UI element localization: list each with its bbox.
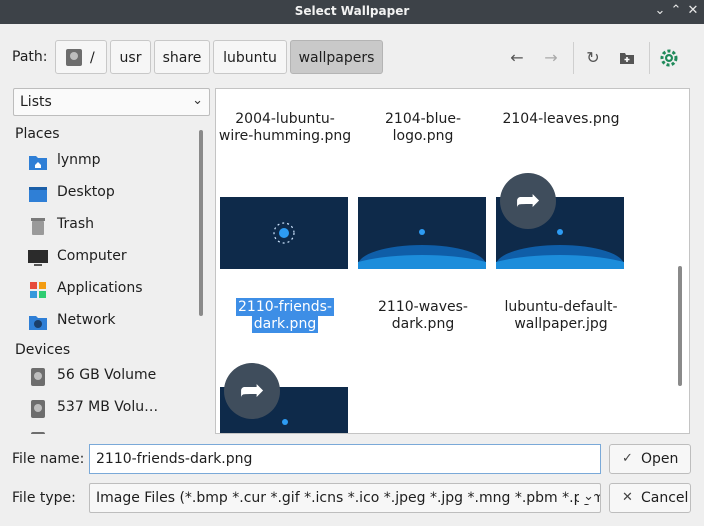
crumb-share[interactable]: share xyxy=(154,40,210,74)
title-bar: Select Wallpaper ⌄ ⌃ ✕ xyxy=(0,0,704,24)
close-icon[interactable]: ✕ xyxy=(686,4,700,18)
filetype-value: Image Files (*.bmp *.cur *.gif *.icns *.… xyxy=(96,490,601,506)
sidebar-item-label: Network xyxy=(57,312,116,328)
crumb-root[interactable]: / xyxy=(55,40,107,74)
file-name-line: logo.png xyxy=(392,128,454,144)
desktop-icon xyxy=(29,187,47,202)
filetype-label: File type: xyxy=(12,490,76,506)
drive-icon xyxy=(31,368,45,386)
file-grid-scrollbar[interactable] xyxy=(678,266,682,386)
sidebar-item-label: Desktop xyxy=(57,184,115,200)
file-name-line: 2004-lubuntu- xyxy=(235,111,335,127)
back-arrow-icon[interactable]: ← xyxy=(505,46,529,70)
file-item-2110-waves-dark[interactable]: 2110-waves- dark.png xyxy=(354,299,492,333)
trash-icon xyxy=(31,218,45,235)
file-grid: 2004-lubuntu- wire-humming.png 2104-blue… xyxy=(215,88,690,434)
close-x-icon: ✕ xyxy=(622,490,633,505)
logo-dot-image xyxy=(282,419,288,425)
devices-header: Devices xyxy=(15,342,71,358)
places-header: Places xyxy=(15,126,60,142)
window-title: Select Wallpaper xyxy=(294,4,410,18)
new-folder-icon[interactable] xyxy=(615,46,639,70)
network-folder-icon xyxy=(29,316,47,330)
chevron-down-icon: ⌄ xyxy=(579,489,594,504)
file-item-2004-lubuntu[interactable]: 2004-lubuntu- wire-humming.png xyxy=(216,111,354,145)
file-item-2110-friends-dark[interactable]: 2110-friends- dark.png xyxy=(216,298,354,333)
checkmark-icon: ✓ xyxy=(622,451,633,466)
file-name-line: wallpaper.jpg xyxy=(514,316,608,332)
sidebar-item-label: lynmp xyxy=(57,152,101,168)
sidebar-item-label: Computer xyxy=(57,248,127,264)
logo-dot-image xyxy=(557,229,563,235)
minimize-icon[interactable]: ⌄ xyxy=(653,4,667,18)
drive-icon xyxy=(66,49,82,66)
wave-image xyxy=(358,255,486,269)
toolbar-separator-2 xyxy=(649,42,650,74)
drive-icon xyxy=(31,432,45,434)
home-folder-icon xyxy=(29,156,47,170)
file-name-line: dark.png xyxy=(391,316,455,332)
sidebar-item-label: 537 MB Volu… xyxy=(57,399,159,415)
computer-icon xyxy=(28,250,48,266)
sidebar-item-label: 56 GB Volume xyxy=(57,367,157,383)
crumb-wallpapers[interactable]: wallpapers xyxy=(290,40,383,74)
file-item-lubuntu-default-wallpaper[interactable]: lubuntu-default- wallpaper.jpg xyxy=(492,299,630,333)
chevron-down-icon: ⌄ xyxy=(192,93,203,108)
wave-image xyxy=(496,255,624,269)
open-button-label: Open xyxy=(641,451,679,467)
applications-icon xyxy=(30,282,46,298)
sidebar-item-label: Applications xyxy=(57,280,143,296)
filename-label: File name: xyxy=(12,451,85,467)
view-mode-value: Lists xyxy=(20,94,52,110)
sidebar-item-label: Trash xyxy=(57,216,94,232)
file-item-2104-leaves[interactable]: 2104-leaves.png xyxy=(492,111,630,128)
filename-input[interactable] xyxy=(89,444,601,474)
file-item-2104-blue-logo[interactable]: 2104-blue- logo.png xyxy=(354,111,492,145)
thumbnail-2110-friends-dark[interactable] xyxy=(220,197,348,269)
symlink-arrow-icon: ➦ xyxy=(224,363,280,419)
crumb-lubuntu[interactable]: lubuntu xyxy=(213,40,287,74)
open-button[interactable]: ✓ Open xyxy=(609,444,691,474)
file-name-line: lubuntu-default- xyxy=(504,299,618,315)
file-name-line: 2110-waves- xyxy=(378,299,468,315)
cancel-button-label: Cancel xyxy=(641,490,689,506)
path-label: Path: xyxy=(12,49,48,65)
file-name-line: 2104-leaves.png xyxy=(502,111,620,127)
file-name-line: 2110-friends- xyxy=(236,298,334,316)
filetype-select[interactable]: Image Files (*.bmp *.cur *.gif *.icns *.… xyxy=(89,483,601,513)
file-name-line: dark.png xyxy=(251,315,319,333)
crumb-root-label: / xyxy=(90,50,95,66)
file-name-line: 2104-blue- xyxy=(385,111,461,127)
file-name-line: wire-humming.png xyxy=(218,128,352,144)
cancel-button[interactable]: ✕ Cancel xyxy=(609,483,691,513)
logo-dot-image xyxy=(419,229,425,235)
select-wallpaper-dialog: Select Wallpaper ⌄ ⌃ ✕ Path: / usr share… xyxy=(0,0,704,526)
friends-logo-image xyxy=(273,222,295,244)
refresh-icon[interactable]: ↻ xyxy=(581,46,605,70)
symlink-arrow-icon: ➦ xyxy=(500,173,556,229)
toolbar-separator xyxy=(573,42,574,74)
places-sidebar: Places lynmp Desktop Trash Computer Appl… xyxy=(12,122,210,434)
crumb-usr[interactable]: usr xyxy=(110,40,151,74)
sidebar-scrollbar[interactable] xyxy=(199,130,203,316)
thumbnail-2110-waves-dark[interactable] xyxy=(358,197,486,269)
drive-icon xyxy=(31,400,45,418)
maximize-icon[interactable]: ⌃ xyxy=(669,4,683,18)
view-mode-select[interactable]: Lists ⌄ xyxy=(13,88,210,116)
settings-gear-icon[interactable] xyxy=(657,46,681,70)
forward-arrow-icon[interactable]: → xyxy=(539,46,563,70)
